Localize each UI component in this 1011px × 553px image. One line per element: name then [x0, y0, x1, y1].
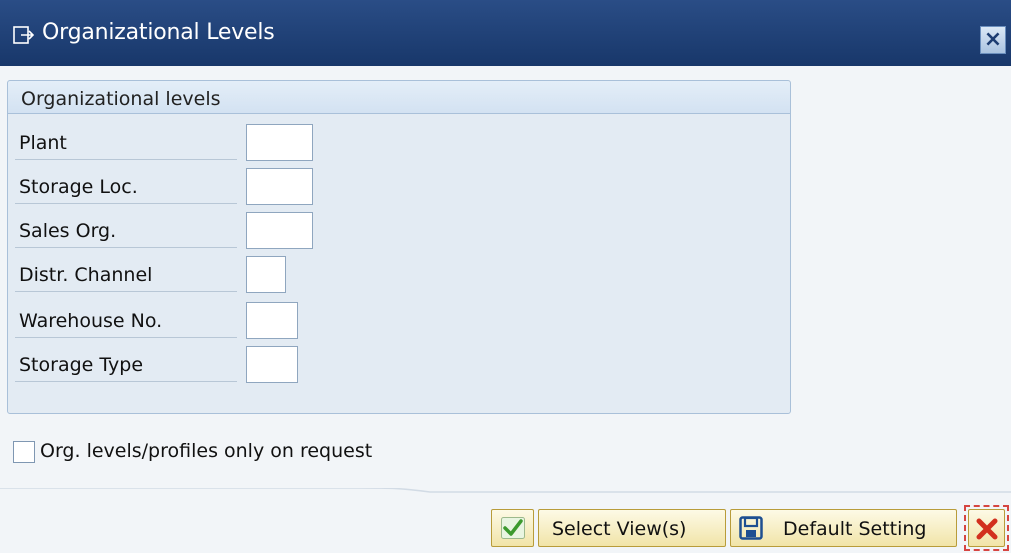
storage-loc-label: Storage Loc.: [15, 166, 237, 204]
org-levels-on-request-checkbox[interactable]: [13, 441, 35, 463]
select-views-button[interactable]: Select View(s): [538, 509, 726, 547]
close-icon[interactable]: ×: [980, 26, 1006, 54]
storage-type-label: Storage Type: [15, 344, 237, 382]
select-views-label: Select View(s): [552, 518, 687, 540]
plant-input[interactable]: [246, 124, 313, 161]
distr-channel-label: Distr. Channel: [15, 254, 237, 292]
warehouse-no-label: Warehouse No.: [15, 300, 237, 338]
save-icon: [739, 516, 763, 540]
default-setting-button[interactable]: Default Setting: [730, 509, 957, 547]
checkmark-icon: [501, 517, 525, 539]
storage-loc-input[interactable]: [246, 168, 313, 205]
group-title: Organizational levels: [8, 81, 790, 114]
dialog-title: Organizational Levels: [42, 20, 275, 45]
org-levels-on-request-label: Org. levels/profiles only on request: [40, 440, 373, 462]
distr-channel-input[interactable]: [246, 256, 286, 293]
sales-org-input[interactable]: [246, 212, 313, 249]
warehouse-no-input[interactable]: [246, 302, 298, 339]
window-icon: [13, 26, 35, 44]
cancel-button[interactable]: [968, 509, 1005, 547]
ok-button[interactable]: [491, 509, 534, 547]
default-setting-label: Default Setting: [783, 518, 927, 540]
plant-label: Plant: [15, 122, 237, 160]
dialog-titlebar: Organizational Levels ×: [0, 0, 1011, 66]
cancel-icon: [976, 518, 998, 540]
sales-org-label: Sales Org.: [15, 210, 237, 248]
storage-type-input[interactable]: [246, 346, 298, 383]
